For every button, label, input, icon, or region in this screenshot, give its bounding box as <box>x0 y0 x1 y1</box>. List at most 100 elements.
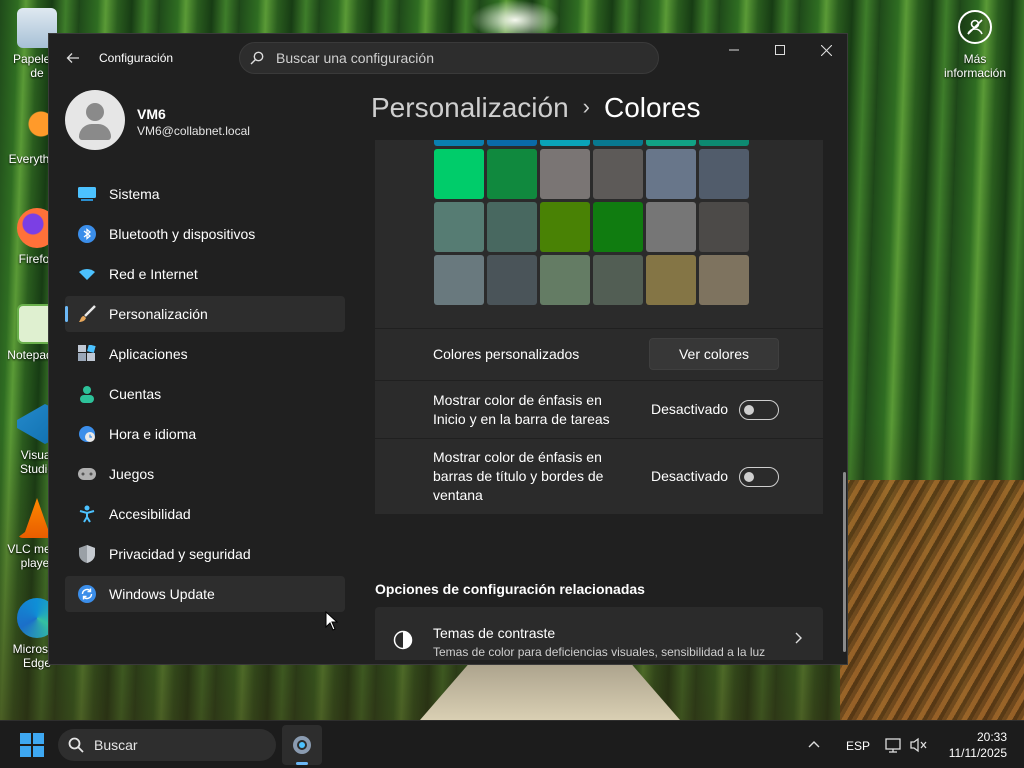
network-icon[interactable] <box>885 737 901 758</box>
view-colors-button[interactable]: Ver colores <box>649 338 779 370</box>
profile-name: VM6 <box>137 106 166 122</box>
sidebar-item-personalizacion[interactable]: Personalización <box>65 296 345 332</box>
accent-swatch[interactable] <box>487 149 537 199</box>
minimize-button[interactable] <box>711 34 757 66</box>
desktop-icon-mas-informacion[interactable]: Más información <box>940 10 1010 80</box>
sidebar-item-aplicaciones[interactable]: Aplicaciones <box>65 336 345 372</box>
accent-swatch[interactable] <box>487 140 537 146</box>
accent-swatch[interactable] <box>646 255 696 305</box>
sidebar-item-label: Accesibilidad <box>109 506 191 522</box>
accent-start-toggle[interactable] <box>739 400 779 420</box>
sidebar-item-cuentas[interactable]: Cuentas <box>65 376 345 412</box>
accent-swatch[interactable] <box>434 140 484 146</box>
accent-swatch[interactable] <box>699 255 749 305</box>
accent-swatch[interactable] <box>646 202 696 252</box>
contrast-themes-link[interactable]: Temas de contraste Temas de color para d… <box>375 607 823 660</box>
start-button[interactable] <box>20 733 44 757</box>
custom-colors-row: Colores personalizados Ver colores <box>375 329 823 380</box>
accent-swatch[interactable] <box>487 202 537 252</box>
accent-swatch[interactable] <box>699 140 749 146</box>
taskbar: Buscar ESP 20:33 11/11/2025 <box>0 720 1024 768</box>
breadcrumb-parent[interactable]: Personalización <box>371 92 569 123</box>
sidebar-item-windows-update[interactable]: Windows Update <box>65 576 345 612</box>
path-decoration <box>420 660 680 720</box>
accent-swatch[interactable] <box>540 149 590 199</box>
accent-start-label: Mostrar color de énfasis en Inicio y en … <box>433 392 610 427</box>
content-area: Colores personalizados Ver colores Mostr… <box>375 140 823 660</box>
chevron-right-icon <box>795 631 803 647</box>
sidebar-item-label: Personalización <box>109 306 208 322</box>
clock-globe-icon <box>77 424 97 444</box>
search-input[interactable] <box>276 50 636 66</box>
accent-titlebar-toggle[interactable] <box>739 467 779 487</box>
accent-swatch[interactable] <box>593 202 643 252</box>
sidebar-item-label: Cuentas <box>109 386 162 402</box>
accent-swatch[interactable] <box>487 255 537 305</box>
accent-swatch[interactable] <box>699 149 749 199</box>
arrow-left-icon <box>66 53 79 63</box>
sidebar-item-sistema[interactable]: Sistema <box>65 176 345 212</box>
accent-swatch[interactable] <box>593 255 643 305</box>
app-title: Configuración <box>99 51 174 65</box>
update-icon <box>77 584 97 604</box>
accent-swatch[interactable] <box>434 202 484 252</box>
accent-swatch[interactable] <box>593 149 643 199</box>
accent-swatch[interactable] <box>646 149 696 199</box>
system-icon <box>77 184 97 204</box>
sidebar-item-accesibilidad[interactable]: Accesibilidad <box>65 496 345 532</box>
sidebar-item-privacidad[interactable]: Privacidad y seguridad <box>65 536 345 572</box>
shield-icon <box>77 544 97 564</box>
sidebar-item-red[interactable]: Red e Internet <box>65 256 345 292</box>
clock-time: 20:33 <box>976 730 1007 744</box>
sidebar-item-bluetooth[interactable]: Bluetooth y dispositivos <box>65 216 345 252</box>
accent-swatch[interactable] <box>540 140 590 146</box>
taskbar-search-label: Buscar <box>94 737 138 753</box>
search-icon <box>68 737 84 753</box>
sidebar-item-hora-idioma[interactable]: Hora e idioma <box>65 416 345 452</box>
input-language[interactable]: ESP <box>846 739 870 753</box>
user-profile[interactable]: VM6 VM6@collabnet.local <box>65 90 365 154</box>
accent-swatch[interactable] <box>699 202 749 252</box>
maximize-icon <box>775 45 785 55</box>
taskbar-settings-app[interactable] <box>282 725 322 765</box>
sidebar-item-label: Sistema <box>109 186 160 202</box>
mouse-cursor-icon <box>325 611 339 631</box>
sidebar-item-label: Aplicaciones <box>109 346 188 362</box>
show-hidden-icons-button[interactable] <box>808 735 820 751</box>
sidebar-item-juegos[interactable]: Juegos <box>65 456 345 492</box>
sidebar-item-label: Hora e idioma <box>109 426 197 442</box>
desktop-icon-label: Más información <box>943 52 1007 80</box>
back-button[interactable] <box>61 46 85 70</box>
titlebar: Configuración <box>49 34 849 82</box>
close-icon <box>820 44 832 56</box>
settings-search-box[interactable] <box>239 42 659 74</box>
content-scrollbar[interactable] <box>843 472 846 652</box>
minimize-icon <box>729 49 739 51</box>
breadcrumb-separator: › <box>582 94 590 119</box>
accent-swatch[interactable] <box>434 255 484 305</box>
sidebar-item-label: Windows Update <box>109 586 215 602</box>
clock[interactable]: 20:33 11/11/2025 <box>943 729 1007 761</box>
sidebar-item-label: Privacidad y seguridad <box>109 546 251 562</box>
close-button[interactable] <box>803 34 849 66</box>
info-circle-icon <box>958 10 992 44</box>
accent-swatch[interactable] <box>434 149 484 199</box>
volume-muted-icon[interactable] <box>910 737 928 758</box>
accent-start-taskbar-row: Mostrar color de énfasis en Inicio y en … <box>375 381 823 438</box>
sidebar-item-label: Bluetooth y dispositivos <box>109 226 256 242</box>
accent-swatch[interactable] <box>593 140 643 146</box>
apps-icon <box>77 344 97 364</box>
brush-icon <box>77 304 97 324</box>
page-title: Personalización › Colores <box>371 92 700 124</box>
taskbar-search[interactable]: Buscar <box>58 729 276 761</box>
custom-colors-label: Colores personalizados <box>433 346 580 362</box>
search-icon <box>250 51 264 65</box>
accent-swatch[interactable] <box>540 255 590 305</box>
accent-color-palette <box>375 140 823 328</box>
maximize-button[interactable] <box>757 34 803 66</box>
accent-swatch[interactable] <box>540 202 590 252</box>
accessibility-icon <box>77 504 97 524</box>
person-icon <box>77 384 97 404</box>
accent-swatch[interactable] <box>646 140 696 146</box>
accent-titlebar-row: Mostrar color de énfasis en barras de tí… <box>375 439 823 514</box>
